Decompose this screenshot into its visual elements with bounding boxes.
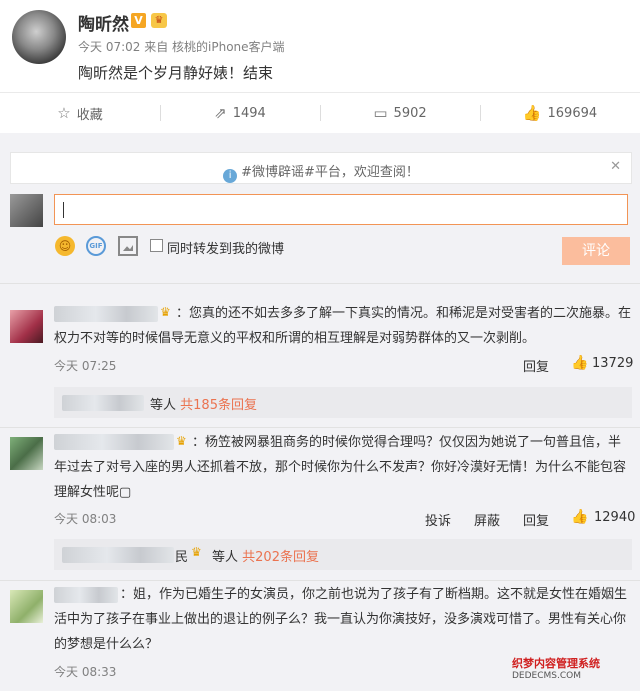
commenter-avatar[interactable] — [10, 437, 43, 470]
repost-icon: ⇗ — [214, 104, 227, 122]
member-crown-icon: ♛ — [151, 13, 167, 28]
block-button[interactable]: 屏蔽 — [474, 510, 500, 529]
view-replies-link[interactable]: 共202条回复 — [242, 550, 319, 565]
favorite-label: 收藏 — [76, 107, 103, 123]
like-button[interactable]: 👍 169694 — [480, 93, 640, 133]
emoji-icon[interactable]: ☺ — [55, 236, 75, 256]
rumor-notice-bar[interactable]: i #微博辟谣#平台，欢迎查阅！ ✕ — [10, 152, 632, 184]
comment-icon: ▭ — [373, 104, 388, 122]
report-button[interactable]: 投诉 — [425, 510, 451, 529]
divider — [0, 580, 640, 581]
comment-time: 今天 08:33 — [54, 665, 117, 679]
favorite-button[interactable]: ☆ 收藏 — [0, 93, 160, 133]
like-count: 169694 — [547, 105, 598, 121]
member-crown-icon: ♛ — [191, 545, 202, 559]
comment-time: 今天 08:03 — [54, 512, 117, 526]
info-icon: i — [223, 169, 238, 183]
commenter-avatar[interactable] — [10, 590, 43, 623]
gif-icon[interactable]: GIF — [86, 236, 106, 256]
reply-user-blurred — [62, 395, 144, 411]
comment-like-count: 13729 — [592, 356, 634, 371]
watermark-title: 织梦内容管理系统 — [512, 657, 600, 670]
reply-button[interactable]: 回复 — [523, 356, 549, 375]
watermark-domain: DEDECMS.COM — [512, 671, 581, 681]
post-action-bar: ☆ 收藏 ⇗ 1494 ▭ 5902 👍 169694 — [0, 92, 640, 134]
comment-button[interactable]: ▭ 5902 — [320, 93, 480, 133]
commenter-avatar[interactable] — [10, 310, 43, 343]
text-caret — [63, 202, 64, 218]
thumbs-up-icon[interactable]: 👍 — [571, 509, 588, 525]
notice-text[interactable]: #微博辟谣#平台，欢迎查阅！ — [241, 165, 419, 180]
divider — [0, 427, 640, 428]
current-user-avatar — [10, 194, 43, 227]
view-replies-link[interactable]: 共185条回复 — [180, 398, 257, 413]
reply-user-blurred — [62, 547, 174, 563]
reply-button[interactable]: 回复 — [523, 510, 549, 529]
star-icon: ☆ — [57, 104, 71, 122]
comment-time: 今天 07:25 — [54, 359, 117, 373]
image-icon[interactable] — [118, 236, 138, 256]
close-icon[interactable]: ✕ — [610, 159, 621, 174]
repost-button[interactable]: ⇗ 1494 — [160, 93, 320, 133]
sub-reply-summary[interactable]: 等人 共185条回复 — [54, 387, 632, 418]
sub-reply-summary[interactable]: 民 ♛ 等人 共202条回复 — [54, 539, 632, 570]
comment-count: 5902 — [393, 105, 427, 121]
submit-comment-button[interactable]: 评论 — [562, 237, 630, 265]
comment-like-count: 12940 — [594, 510, 636, 525]
thumbs-up-icon[interactable]: 👍 — [571, 355, 588, 371]
site-watermark: 织梦内容管理系统 DEDECMS.COM — [512, 658, 600, 682]
repost-count: 1494 — [232, 105, 266, 121]
sub-reply-label: 等人 — [212, 550, 239, 565]
post-content: 陶昕然是个岁月静好婊！结束 — [78, 64, 274, 82]
comment-text: ：您真的还不如去多多了解一下真实的情况。和稀泥是对受害者的二次施暴。在权力不对等… — [54, 306, 632, 346]
sync-repost-checkbox[interactable] — [150, 239, 163, 252]
comment-text: ：杨笠被网暴狙商务的时候你觉得合理吗？仅仅因为她说了一句普且信，半年过去了对号入… — [54, 435, 627, 500]
sync-repost-label[interactable]: 同时转发到我的微博 — [167, 238, 284, 257]
comment-text: ：姐，作为已婚生子的女演员，你之前也说为了孩子有了断档期。这不就是女性在婚姻生活… — [54, 587, 628, 652]
thumbs-up-icon: 👍 — [522, 104, 542, 122]
comment-input[interactable] — [54, 194, 628, 225]
verified-badge-icon: V — [131, 13, 146, 28]
author-avatar[interactable] — [12, 10, 66, 64]
divider — [0, 283, 640, 284]
reply-user-suffix: 民 — [175, 550, 189, 565]
post-meta: 今天 07:02 来自 核桃的iPhone客户端 — [78, 40, 285, 54]
author-name[interactable]: 陶昕然 — [78, 10, 129, 35]
sub-reply-label: 等人 — [150, 398, 177, 413]
